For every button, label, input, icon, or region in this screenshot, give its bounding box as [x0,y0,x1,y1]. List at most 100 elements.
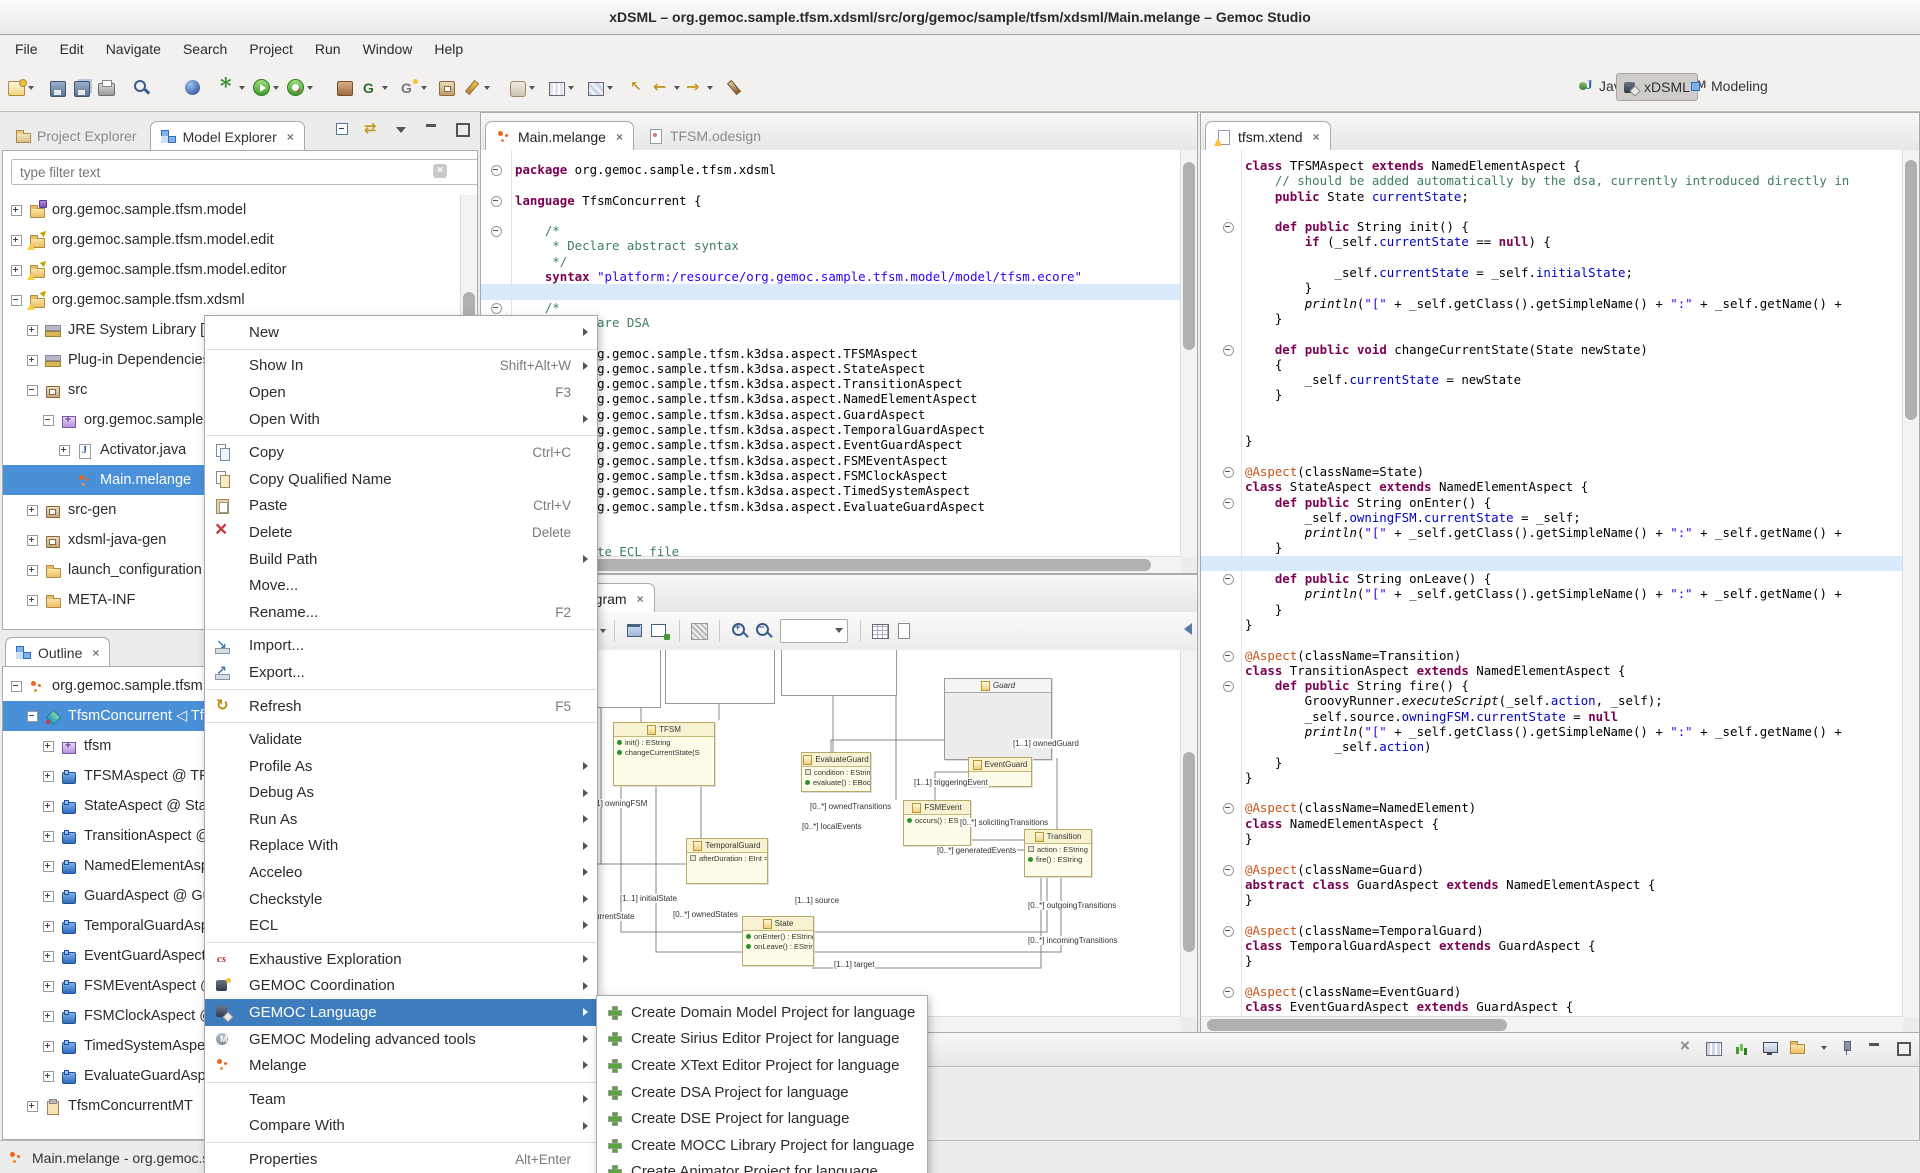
link-with-editor-icon[interactable] [364,120,380,136]
zoom-in-icon[interactable]: + [731,622,749,640]
new-ecore-model-icon[interactable] [400,78,418,97]
format-tool-icon[interactable] [510,80,526,97]
pin-console-icon[interactable] [1839,1040,1855,1056]
tab-outline[interactable]: Outline × [5,637,111,667]
class-box-temporalguard[interactable]: TemporalGuard afterDuration : EInt = 0 [686,838,768,884]
submenu-item-create-xtext-editor-project-for-language[interactable]: Create XText Editor Project for language [597,1052,927,1079]
close-tab-icon[interactable]: × [616,131,623,143]
editor-tab-tfsm-odesign[interactable]: TFSM.odesign [638,121,771,150]
fold-marker-icon[interactable] [1223,466,1234,478]
javadoc-icon[interactable] [463,79,481,97]
expander-icon[interactable] [43,1040,54,1052]
submenu-item-create-dsa-project-for-language[interactable]: Create DSA Project for language [597,1079,927,1106]
chart-icon[interactable] [1734,1040,1750,1056]
annotations-dropdown-icon[interactable] [607,85,613,90]
fold-marker-icon[interactable] [491,226,502,238]
fold-marker-icon[interactable] [1223,987,1234,999]
generate-code-dropdown-icon[interactable] [382,85,388,90]
melange-vscrollbar[interactable] [1180,150,1197,557]
view-menu-icon[interactable] [394,122,410,136]
display-icon[interactable] [1762,1040,1778,1056]
context-menu-item-open-with[interactable]: Open With [205,406,597,433]
context-menu-item-melange[interactable]: Melange [205,1052,597,1079]
fold-marker-icon[interactable] [491,165,502,176]
tab-project-explorer[interactable]: Project Explorer [5,121,147,150]
fold-marker-icon[interactable] [1223,222,1234,234]
fold-marker-icon[interactable] [1223,864,1234,876]
back-icon[interactable] [653,79,671,97]
expander-icon[interactable] [43,740,54,752]
submenu-item-create-animator-project-for-language[interactable]: Create Animator Project for language [597,1159,927,1173]
context-menu-item-gemoc-modeling-advanced-tools[interactable]: GEMOC Modeling advanced tools [205,1026,597,1053]
grid-view-icon[interactable] [549,82,565,96]
context-menu-item-acceleo[interactable]: Acceleo [205,859,597,886]
menu-navigate[interactable]: Navigate [95,35,172,64]
expander-icon[interactable] [43,830,54,842]
minimize-icon[interactable] [424,122,440,136]
menu-run[interactable]: Run [304,35,352,64]
diagram-vscrollbar[interactable] [1180,650,1197,1017]
submenu-item-create-domain-model-project-for-language[interactable]: Create Domain Model Project for language [597,999,927,1026]
grid-view-dropdown-icon[interactable] [568,85,574,90]
coverage-icon[interactable] [287,79,304,96]
filter-dropdown-icon[interactable] [600,629,606,633]
context-menu-item-rename-[interactable]: Rename... F2 [205,599,597,626]
context-menu-item-move-[interactable]: Move... [205,572,597,599]
expander-icon[interactable] [27,534,38,546]
menu-help[interactable]: Help [423,35,474,64]
class-box-evaluateguard[interactable]: EvaluateGuard condition : EString evaluate… [801,752,871,792]
class-box-tfsm[interactable]: TFSM init() : EString changeCurrentState(S [613,722,715,786]
save-all-icon[interactable] [74,80,90,97]
clear-filter-icon[interactable]: × [433,164,447,178]
context-menu-item-show-in[interactable]: Show In Shift+Alt+W [205,353,597,380]
expander-icon[interactable] [11,294,22,306]
class-box-transition[interactable]: Transition action : EString fire() : EStri… [1024,829,1092,877]
expander-icon[interactable] [43,860,54,872]
context-menu-item-paste[interactable]: Paste Ctrl+V [205,493,597,520]
class-box-state[interactable]: State onEnter() : EString onLeave() : EStr… [742,916,814,966]
expander-icon[interactable] [27,354,38,366]
context-menu-item-replace-with[interactable]: Replace With [205,833,597,860]
expander-icon[interactable] [43,890,54,902]
xtend-hscrollbar[interactable] [1201,1016,1903,1033]
collapse-all-icon[interactable] [334,122,350,136]
expander-icon[interactable] [27,324,38,336]
menu-project[interactable]: Project [238,35,304,64]
expander-icon[interactable] [43,950,54,962]
submenu-item-create-mocc-library-project-for-language[interactable]: Create MOCC Library Project for language [597,1132,927,1159]
maximize-icon[interactable] [1895,1041,1911,1056]
menu-search[interactable]: Search [172,35,238,64]
context-menu-item-run-as[interactable]: Run As [205,806,597,833]
grid-layout-icon[interactable] [1706,1042,1722,1056]
context-menu-item-build-path[interactable]: Build Path [205,546,597,573]
close-tab-icon[interactable]: × [287,131,294,143]
show-window-icon[interactable] [626,622,644,640]
new-wizard-icon[interactable] [8,79,27,96]
xtend-code-area[interactable]: class TFSMAspect extends NamedElementAsp… [1201,150,1903,1017]
fold-marker-icon[interactable] [1223,497,1234,509]
tree-item[interactable]: org.gemoc.sample.tfsm.model.editor [3,255,461,285]
menu-file[interactable]: File [4,35,49,64]
fold-marker-icon[interactable] [1223,803,1234,815]
diagram-container-box[interactable] [665,650,775,704]
fold-marker-icon[interactable] [1223,681,1234,693]
context-menu-item-copy[interactable]: Copy Ctrl+C [205,439,597,466]
debug-sphere-icon[interactable] [185,80,200,95]
context-menu-item-validate[interactable]: Validate [205,726,597,753]
expander-icon[interactable] [59,444,70,456]
forward-dropdown-icon[interactable] [707,85,713,90]
expander-icon[interactable] [43,800,54,812]
forward-icon[interactable] [686,79,704,97]
context-menu-item-exhaustive-exploration[interactable]: Exhaustive Exploration [205,946,597,973]
expander-icon[interactable] [27,594,38,606]
context-menu-item-checkstyle[interactable]: Checkstyle [205,886,597,913]
expander-icon[interactable] [43,414,54,426]
expander-icon[interactable] [11,234,22,246]
expander-icon[interactable] [43,920,54,932]
fold-marker-icon[interactable] [491,195,502,207]
save-icon[interactable] [50,80,66,97]
last-edit-location-icon[interactable] [629,79,647,97]
close-tab-icon[interactable]: × [637,593,644,605]
new-ecore-model-dropdown-icon[interactable] [421,85,427,90]
new-java-project-icon[interactable] [337,81,353,96]
